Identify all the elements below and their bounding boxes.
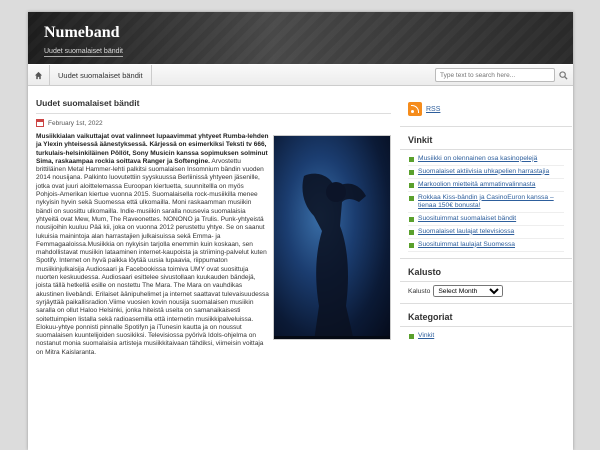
list-item: Markoolion mietteitä ammatinvalinnasta <box>408 179 564 192</box>
vinkit-link[interactable]: Suomalaiset aktiivisia uhkapelien harras… <box>418 168 549 175</box>
rss-link[interactable]: RSS <box>426 106 440 113</box>
post-body: Arvostettu brittiläinen Metal Hammer-leh… <box>36 157 269 356</box>
list-item: Suomalaiset aktiivisia uhkapelien harras… <box>408 166 564 179</box>
search-icon <box>558 70 568 80</box>
rss-row: RSS <box>400 92 572 127</box>
home-icon <box>34 71 43 79</box>
search-input[interactable] <box>435 68 555 82</box>
nav-bar: Uudet suomalaiset bändit <box>28 64 573 86</box>
nav-item-uudet[interactable]: Uudet suomalaiset bändit <box>50 64 152 86</box>
concert-photo <box>273 135 391 340</box>
list-item: Vinkit <box>408 330 564 342</box>
list-item: Musiikki on olennainen osa kasinopelejä <box>408 153 564 166</box>
archive-label: Kalusto <box>408 287 431 295</box>
calendar-icon <box>36 119 44 127</box>
widget-vinkit-title: Vinkit <box>400 133 572 150</box>
vinkit-link[interactable]: Suomalaiset laulajat televisiossa <box>418 228 514 235</box>
singer-silhouette <box>274 173 390 339</box>
vinkit-list: Musiikki on olennainen osa kasinopelejä … <box>400 153 572 252</box>
sidebar: RSS Vinkit Musiikki on olennainen osa ka… <box>400 92 572 348</box>
vinkit-link[interactable]: Markoolion mietteitä ammatinvalinnasta <box>418 181 535 188</box>
post-content: Musiikkialan vaikuttajat ovat valinneet … <box>36 133 391 357</box>
vinkit-link[interactable]: Musiikki on olennainen osa kasinopelejä <box>418 155 537 162</box>
vinkit-link[interactable]: Suosituimmat suomalaiset bändit <box>418 215 516 222</box>
vinkit-link[interactable]: Suosituimmat laulajat Suomessa <box>418 241 515 248</box>
list-item: Suosituimmat laulajat Suomessa <box>408 239 564 252</box>
site-description: Uudet suomalaiset bändit <box>44 48 123 57</box>
post-date-text: February 1st, 2022 <box>48 119 103 127</box>
rss-icon[interactable] <box>408 102 422 116</box>
list-item: Suosituimmat suomalaiset bändit <box>408 213 564 226</box>
widget-kategoriat: Kategoriat Vinkit <box>400 310 572 348</box>
post-date: February 1st, 2022 <box>36 119 391 127</box>
widget-kategoriat-title: Kategoriat <box>400 310 572 327</box>
archive-row: Kalusto Select Month <box>400 285 572 297</box>
post-title[interactable]: Uudet suomalaiset bändit <box>36 98 391 114</box>
page-wrapper: Numeband Uudet suomalaiset bändit Uudet … <box>28 12 573 450</box>
search-button[interactable] <box>557 69 569 81</box>
search-form <box>435 68 569 82</box>
site-header: Numeband Uudet suomalaiset bändit <box>28 12 573 64</box>
main-content: Uudet suomalaiset bändit February 1st, 2… <box>36 98 391 357</box>
list-item: Suomalaiset laulajat televisiossa <box>408 226 564 239</box>
widget-kalusto-title: Kalusto <box>400 265 572 282</box>
widget-vinkit: Vinkit Musiikki on olennainen osa kasino… <box>400 133 572 259</box>
kategoriat-link[interactable]: Vinkit <box>418 332 434 339</box>
home-button[interactable] <box>28 64 50 86</box>
list-item: Rokkaa Kiss-bändin ja CasinoEuron kanssa… <box>408 192 564 213</box>
site-title[interactable]: Numeband <box>44 25 557 41</box>
kategoriat-list: Vinkit <box>400 330 572 342</box>
archive-select[interactable]: Select Month <box>433 285 504 297</box>
widget-kalusto: Kalusto Kalusto Select Month <box>400 265 572 304</box>
vinkit-link[interactable]: Rokkaa Kiss-bändin ja CasinoEuron kanssa… <box>418 194 554 209</box>
